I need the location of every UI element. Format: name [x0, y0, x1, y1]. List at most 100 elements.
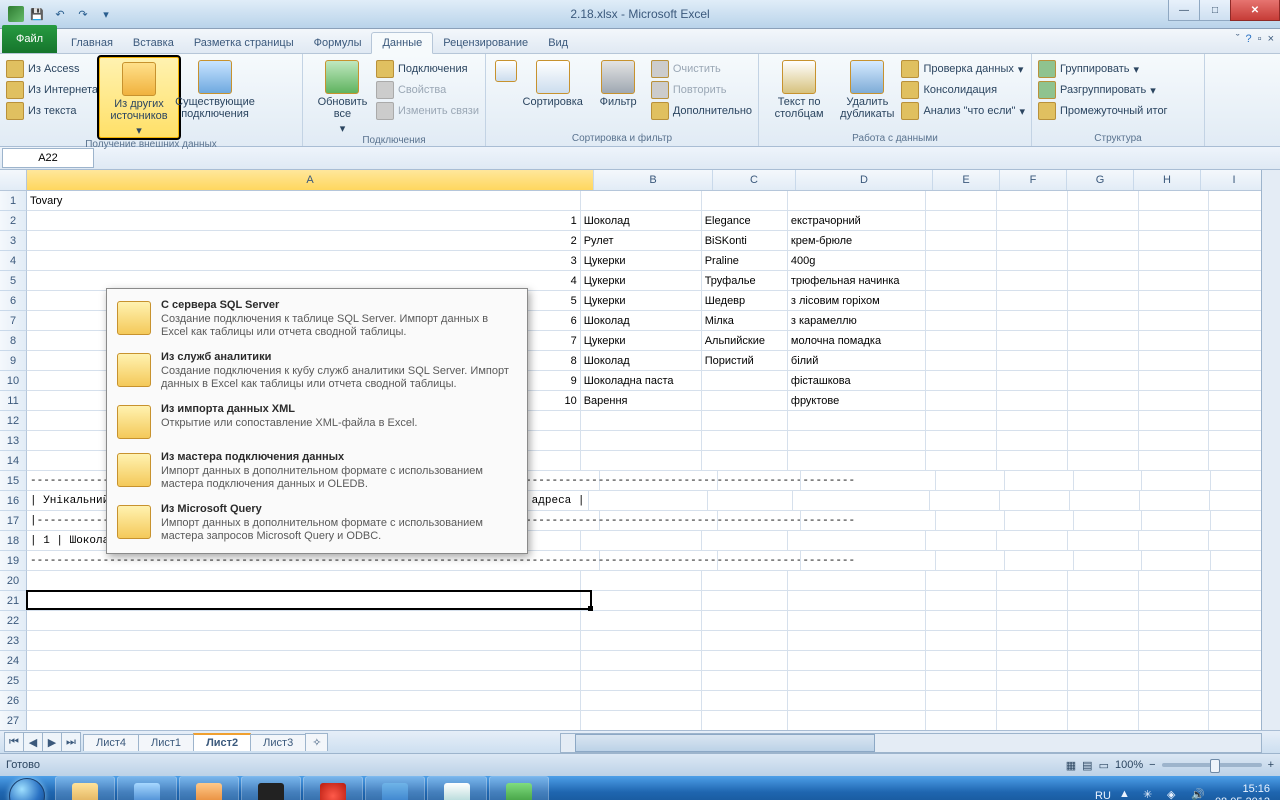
cell[interactable]: [1139, 391, 1210, 411]
cell[interactable]: [1000, 491, 1070, 511]
cell[interactable]: ----------------------------------------…: [27, 551, 600, 571]
cell[interactable]: [27, 671, 581, 691]
tab-insert[interactable]: Вставка: [123, 33, 184, 53]
taskbar-app[interactable]: [241, 776, 301, 800]
cell[interactable]: [1068, 251, 1139, 271]
cell[interactable]: [926, 371, 997, 391]
taskbar-app2[interactable]: [365, 776, 425, 800]
cell[interactable]: [1139, 651, 1210, 671]
taskbar-excel[interactable]: [489, 776, 549, 800]
cell[interactable]: [1139, 671, 1210, 691]
cell[interactable]: [997, 671, 1068, 691]
consolidate-button[interactable]: Консолидация: [901, 81, 1025, 99]
cell[interactable]: [926, 411, 997, 431]
cell[interactable]: [600, 511, 718, 531]
cell[interactable]: [581, 571, 702, 591]
sheet-nav-first[interactable]: ⏮: [4, 732, 24, 752]
new-sheet-button[interactable]: ✧: [305, 733, 328, 751]
cell[interactable]: [1068, 291, 1139, 311]
cell[interactable]: [788, 531, 926, 551]
cell[interactable]: [702, 671, 788, 691]
row-header[interactable]: 14: [0, 451, 27, 471]
cell[interactable]: [1139, 271, 1210, 291]
cell[interactable]: Варення: [581, 391, 702, 411]
row-header[interactable]: 19: [0, 551, 27, 571]
cell[interactable]: [997, 591, 1068, 611]
cell[interactable]: [708, 491, 793, 511]
tab-home[interactable]: Главная: [61, 33, 123, 53]
cell[interactable]: [1139, 631, 1210, 651]
col-header[interactable]: C: [713, 170, 796, 190]
cell[interactable]: [801, 551, 935, 571]
cell[interactable]: [1068, 311, 1139, 331]
cell[interactable]: [926, 611, 997, 631]
edit-links-button[interactable]: Изменить связи: [376, 102, 479, 120]
row-header[interactable]: 27: [0, 711, 27, 731]
save-icon[interactable]: 💾: [27, 4, 47, 24]
cell[interactable]: [702, 451, 788, 471]
qat-dropdown-icon[interactable]: ▾: [96, 4, 116, 24]
from-text-button[interactable]: Из текста: [6, 102, 98, 120]
cell[interactable]: [1139, 571, 1210, 591]
cell[interactable]: крем-брюле: [788, 231, 926, 251]
select-all-corner[interactable]: [0, 170, 27, 190]
cell[interactable]: [788, 651, 926, 671]
dd-xml-import[interactable]: Из импорта данных XMLОткрытие или сопост…: [107, 397, 527, 445]
cell[interactable]: [718, 471, 802, 491]
tray-icon[interactable]: ▲: [1119, 788, 1135, 800]
cell[interactable]: [1068, 391, 1139, 411]
row-header[interactable]: 18: [0, 531, 27, 551]
cell[interactable]: Elegance: [702, 211, 788, 231]
tab-formulas[interactable]: Формулы: [304, 33, 372, 53]
cell[interactable]: [926, 431, 997, 451]
cell[interactable]: [997, 391, 1068, 411]
cell[interactable]: [788, 431, 926, 451]
cell[interactable]: [788, 591, 926, 611]
dd-sql-server[interactable]: С сервера SQL ServerСоздание подключения…: [107, 293, 527, 345]
sheet-tab[interactable]: Лист4: [83, 734, 139, 751]
cell[interactable]: [702, 571, 788, 591]
cell[interactable]: [997, 651, 1068, 671]
cell[interactable]: [926, 391, 997, 411]
cell[interactable]: Шедевр: [702, 291, 788, 311]
cell[interactable]: Альпийские: [702, 331, 788, 351]
row-header[interactable]: 11: [0, 391, 27, 411]
cell[interactable]: [600, 551, 718, 571]
cell[interactable]: [801, 471, 935, 491]
taskbar-clock[interactable]: 15:1608.05.2012: [1215, 783, 1270, 800]
cell[interactable]: [1068, 671, 1139, 691]
cell[interactable]: [702, 191, 788, 211]
col-header[interactable]: F: [1000, 170, 1067, 190]
cell[interactable]: [788, 631, 926, 651]
cell[interactable]: Шоколадна паста: [581, 371, 702, 391]
minimize-button[interactable]: —: [1168, 0, 1200, 21]
cell[interactable]: [997, 711, 1068, 731]
cell[interactable]: 2: [27, 231, 581, 251]
cell[interactable]: [801, 511, 935, 531]
cell[interactable]: [997, 191, 1068, 211]
cell[interactable]: [1068, 611, 1139, 631]
close-button[interactable]: ✕: [1230, 0, 1280, 21]
filter-button[interactable]: Фильтр: [585, 56, 650, 108]
tab-review[interactable]: Рецензирование: [433, 33, 538, 53]
sheet-tab[interactable]: Лист2: [193, 733, 251, 751]
cell[interactable]: Мілка: [702, 311, 788, 331]
cell[interactable]: [930, 491, 1000, 511]
cell[interactable]: [997, 431, 1068, 451]
cell[interactable]: [926, 231, 997, 251]
cell[interactable]: [1074, 471, 1143, 491]
row-header[interactable]: 6: [0, 291, 27, 311]
cell[interactable]: [1139, 591, 1210, 611]
from-other-sources-button[interactable]: Из других источников▾: [98, 56, 180, 139]
cell[interactable]: [997, 311, 1068, 331]
dd-analysis-services[interactable]: Из служб аналитикиСоздание подключения к…: [107, 345, 527, 397]
tab-view[interactable]: Вид: [538, 33, 578, 53]
row-header[interactable]: 5: [0, 271, 27, 291]
cell[interactable]: [1068, 651, 1139, 671]
cell[interactable]: [1068, 571, 1139, 591]
taskbar-opera[interactable]: [303, 776, 363, 800]
cell[interactable]: [793, 491, 930, 511]
cell[interactable]: [997, 571, 1068, 591]
cell[interactable]: [1074, 511, 1143, 531]
cell[interactable]: [997, 291, 1068, 311]
